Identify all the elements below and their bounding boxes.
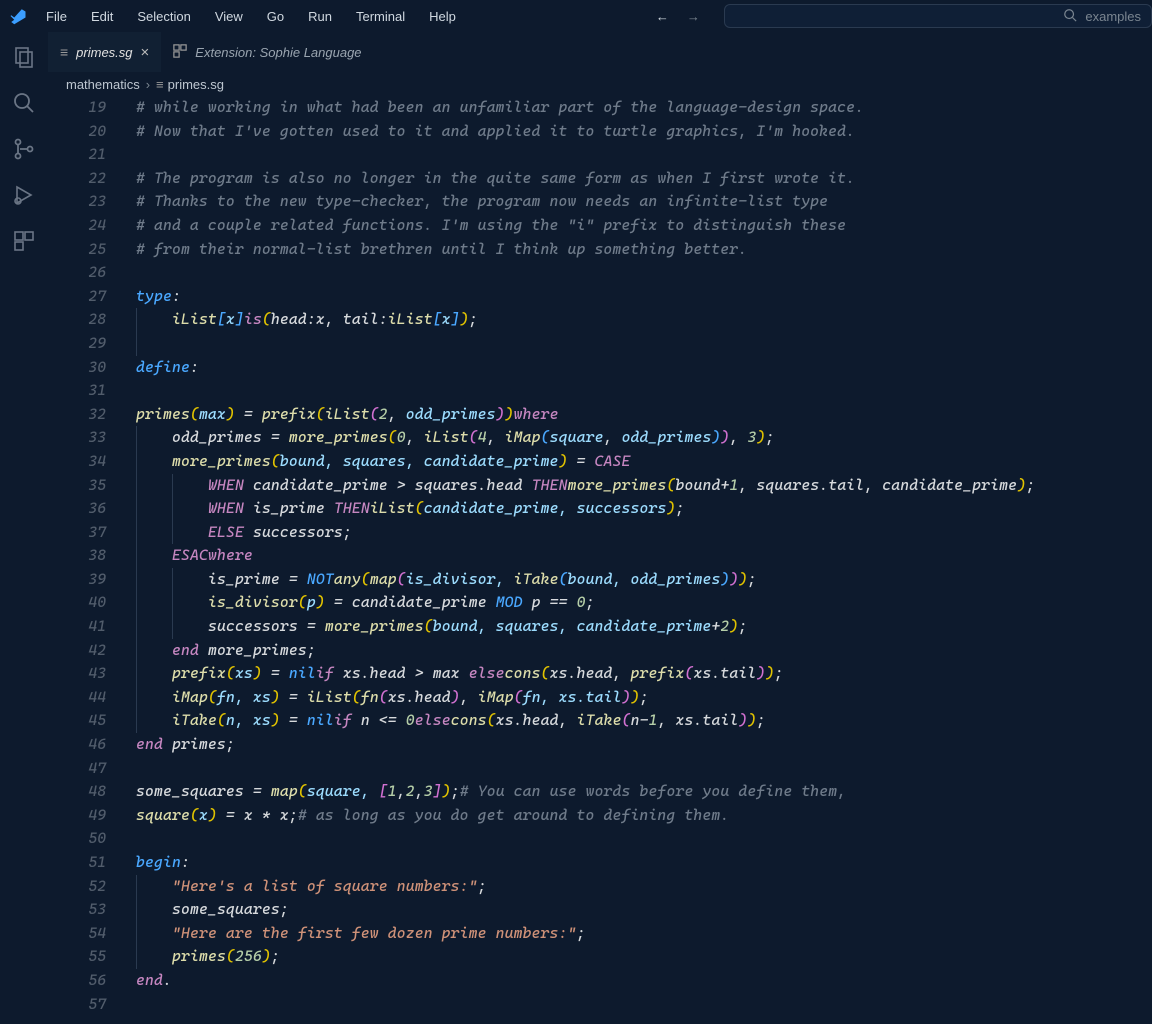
code-content[interactable]: # while working in what had been an unfa… xyxy=(128,96,1152,1024)
menu-run[interactable]: Run xyxy=(298,5,342,28)
breadcrumb-folder[interactable]: mathematics xyxy=(66,77,140,92)
tab-label: Extension: Sophie Language xyxy=(195,45,361,60)
search-icon[interactable] xyxy=(11,90,37,116)
nav-forward-icon[interactable]: → xyxy=(687,9,700,24)
search-icon xyxy=(1063,8,1077,25)
close-icon[interactable]: × xyxy=(141,44,150,61)
menu-go[interactable]: Go xyxy=(257,5,294,28)
search-placeholder: examples xyxy=(1085,9,1141,24)
chevron-right-icon: › xyxy=(146,77,150,92)
menu-file[interactable]: File xyxy=(36,5,77,28)
vscode-logo-icon xyxy=(0,7,36,25)
explorer-icon[interactable] xyxy=(11,44,37,70)
menu-selection[interactable]: Selection xyxy=(127,5,200,28)
source-control-icon[interactable] xyxy=(11,136,37,162)
tab-primes[interactable]: ≡ primes.sg × xyxy=(48,32,161,72)
command-center[interactable]: examples xyxy=(724,4,1152,28)
menu-terminal[interactable]: Terminal xyxy=(346,5,415,28)
extensions-icon[interactable] xyxy=(11,228,37,254)
line-number-gutter: 1920212223242526272829303132333435363738… xyxy=(48,96,128,1024)
breadcrumb: mathematics › ≡primes.sg xyxy=(48,72,1152,96)
run-debug-icon[interactable] xyxy=(11,182,37,208)
menu-help[interactable]: Help xyxy=(419,5,466,28)
editor-main: ≡ primes.sg × Extension: Sophie Language… xyxy=(48,32,1152,1024)
menu-view[interactable]: View xyxy=(205,5,253,28)
file-icon: ≡ xyxy=(60,44,68,60)
menu-edit[interactable]: Edit xyxy=(81,5,123,28)
tab-extension[interactable]: Extension: Sophie Language xyxy=(161,32,373,72)
menu-bar: File Edit Selection View Go Run Terminal… xyxy=(36,5,466,28)
extension-icon xyxy=(173,44,187,61)
breadcrumb-file[interactable]: ≡primes.sg xyxy=(156,77,224,92)
nav-arrows: ← → xyxy=(656,9,700,24)
file-icon: ≡ xyxy=(156,77,164,92)
activity-bar xyxy=(0,32,48,1024)
title-bar: File Edit Selection View Go Run Terminal… xyxy=(0,0,1152,32)
nav-back-icon[interactable]: ← xyxy=(656,9,669,24)
code-editor[interactable]: 1920212223242526272829303132333435363738… xyxy=(48,96,1152,1024)
editor-tabs: ≡ primes.sg × Extension: Sophie Language xyxy=(48,32,1152,72)
tab-label: primes.sg xyxy=(76,45,132,60)
